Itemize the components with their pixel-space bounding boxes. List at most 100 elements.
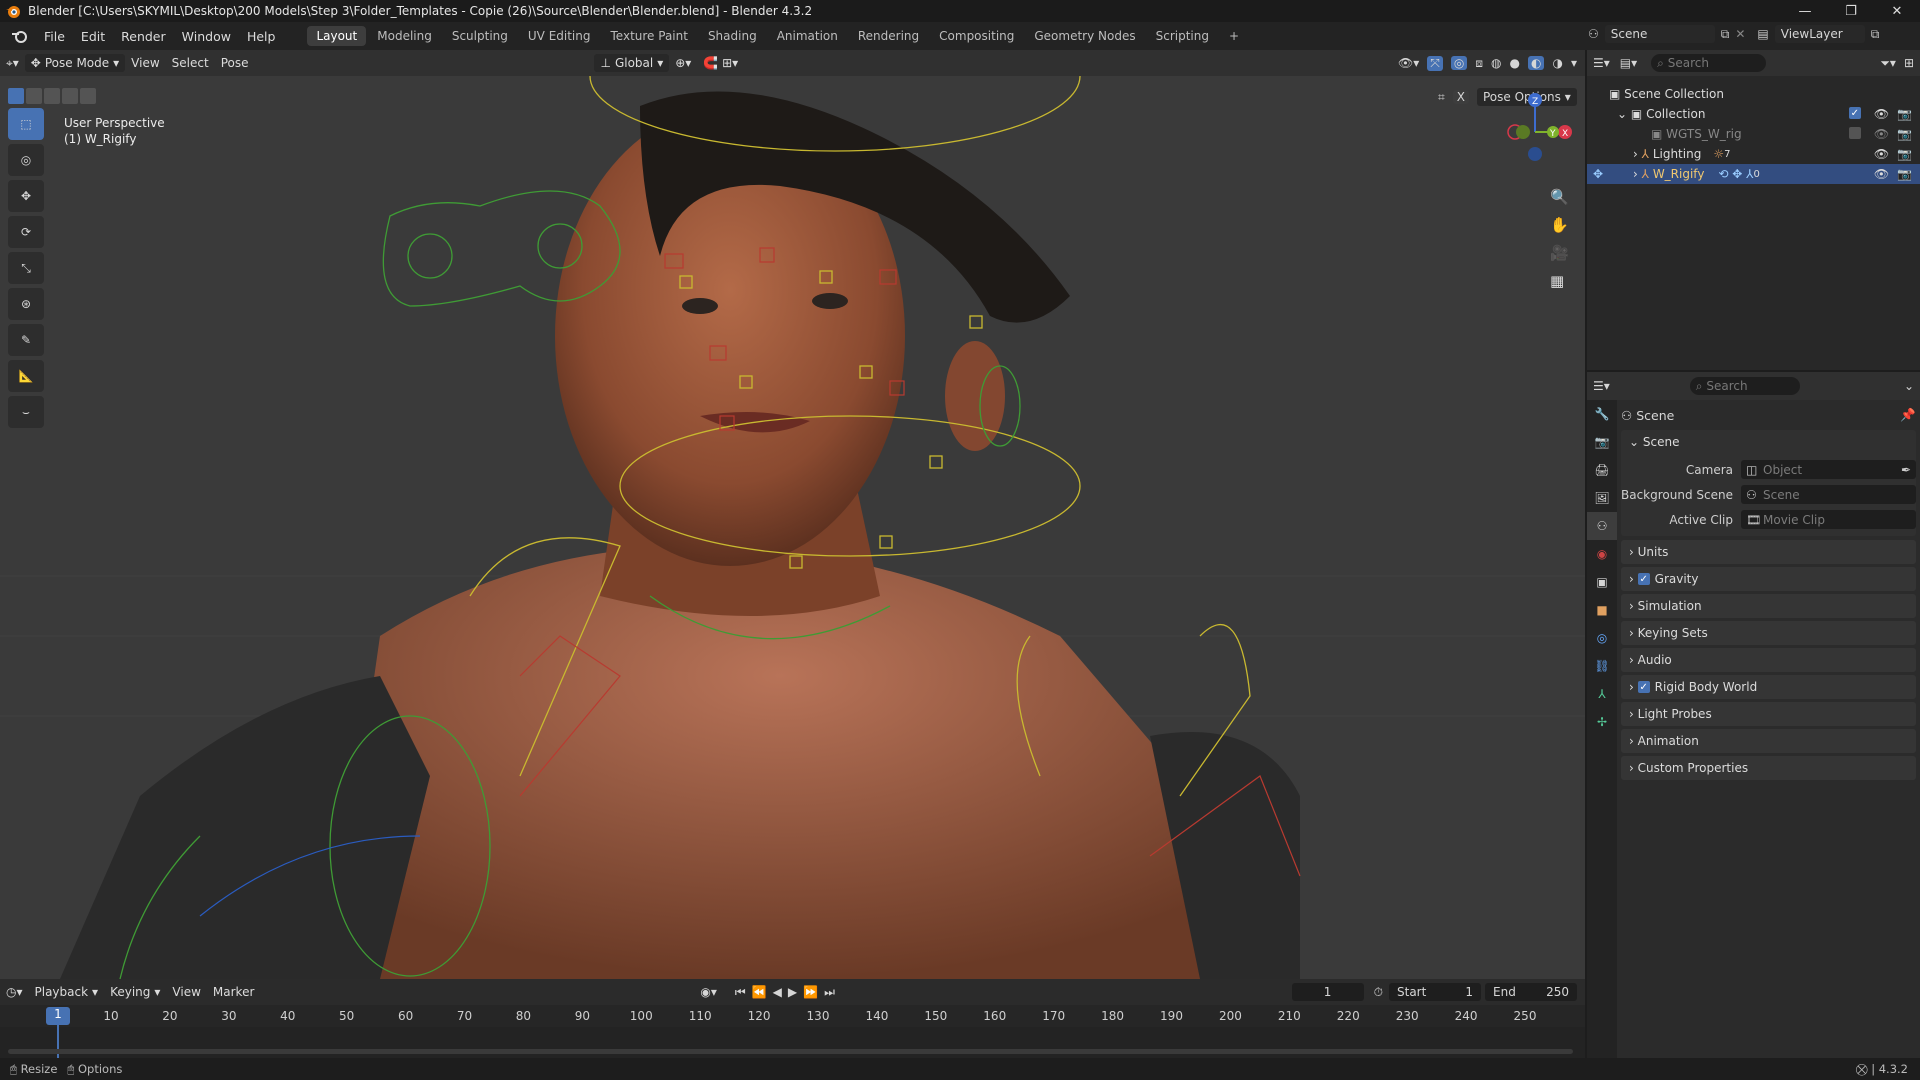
- mode-selector[interactable]: ✥ Pose Mode ▾: [24, 54, 126, 72]
- scale-tool-icon[interactable]: ⤡: [8, 252, 44, 284]
- tab-scripting[interactable]: Scripting: [1147, 26, 1218, 46]
- jump-end-icon[interactable]: ⏭: [824, 985, 835, 1000]
- lighting-visibility-icon[interactable]: 👁: [1874, 147, 1889, 161]
- properties-editor-icon[interactable]: ☰▾: [1593, 379, 1610, 393]
- light-probes-panel[interactable]: › Light Probes: [1621, 702, 1916, 726]
- outliner-editor-icon[interactable]: ☰▾: [1593, 56, 1610, 70]
- tab-layout[interactable]: Layout: [307, 26, 367, 46]
- expand-icon[interactable]: ⌄: [1617, 107, 1627, 121]
- end-frame-field[interactable]: End 250: [1485, 983, 1577, 1001]
- menu-marker[interactable]: Marker: [207, 983, 260, 1001]
- tab-shading[interactable]: Shading: [699, 26, 766, 46]
- simulation-panel[interactable]: › Simulation: [1621, 594, 1916, 618]
- solid-shading-icon[interactable]: ●: [1510, 56, 1520, 70]
- custom-properties-panel[interactable]: › Custom Properties: [1621, 756, 1916, 780]
- auto-keying-icon[interactable]: ◉▾: [700, 985, 717, 999]
- keying-sets-panel[interactable]: › Keying Sets: [1621, 621, 1916, 645]
- rotate-tool-icon[interactable]: ⟳: [8, 216, 44, 248]
- viewlayer-icon[interactable]: ▤: [1757, 27, 1768, 41]
- pivot-icon[interactable]: ⊕▾: [669, 54, 697, 72]
- menu-timeline-view[interactable]: View: [166, 983, 206, 1001]
- select-extend-icon[interactable]: [26, 88, 42, 104]
- gizmo-toggle-icon[interactable]: ⤧: [1427, 55, 1443, 71]
- constraints-tab-icon[interactable]: ⛓: [1587, 652, 1617, 680]
- output-tab-icon[interactable]: 🖨: [1587, 456, 1617, 484]
- jump-start-icon[interactable]: ⏮: [735, 985, 746, 1000]
- scene-panel-header[interactable]: ⌄ Scene: [1621, 430, 1916, 454]
- tab-rendering[interactable]: Rendering: [849, 26, 928, 46]
- properties-options-icon[interactable]: ⌄: [1904, 379, 1914, 393]
- delete-scene-icon[interactable]: ✕: [1735, 27, 1745, 41]
- w-rigify-render-icon[interactable]: 📷: [1897, 167, 1912, 181]
- camera-field[interactable]: ◫ Object ✒: [1741, 460, 1916, 479]
- scene-tab-icon[interactable]: ⚇: [1587, 512, 1617, 540]
- timeline-editor-icon[interactable]: ◷▾: [0, 983, 29, 1001]
- menu-file[interactable]: File: [36, 29, 73, 44]
- outliner-row-collection[interactable]: ⌄ ▣ Collection ✓ 👁 📷: [1587, 104, 1920, 124]
- wgts-exclude-checkbox[interactable]: [1848, 127, 1861, 139]
- xray-icon[interactable]: ⧈: [1475, 56, 1483, 71]
- wgts-visibility-icon[interactable]: 👁: [1874, 127, 1889, 141]
- new-collection-icon[interactable]: ⊞: [1904, 56, 1914, 70]
- tool-tab-icon[interactable]: 🔧: [1587, 400, 1617, 428]
- timeline-scrollbar[interactable]: [8, 1049, 1573, 1054]
- blender-menu-icon[interactable]: [10, 26, 30, 46]
- select-subtract-icon[interactable]: [44, 88, 60, 104]
- wgts-render-icon[interactable]: 📷: [1897, 127, 1912, 141]
- select-invert-icon[interactable]: [62, 88, 78, 104]
- ortho-toggle-icon[interactable]: ▦: [1550, 272, 1569, 290]
- shading-options-icon[interactable]: ▾: [1571, 56, 1577, 70]
- new-viewlayer-icon[interactable]: ⧉: [1871, 27, 1880, 42]
- cursor-tool-icon[interactable]: ◎: [8, 144, 44, 176]
- collection-tab-icon[interactable]: ▣: [1587, 568, 1617, 596]
- menu-view[interactable]: View: [125, 54, 165, 72]
- armature-data-tab-icon[interactable]: ⅄: [1587, 680, 1617, 708]
- outliner-row-w-rigify[interactable]: ✥ › ⅄ W_Rigify ⟲ ✥ ⅄ 0 👁 📷: [1587, 164, 1920, 184]
- tab-compositing[interactable]: Compositing: [930, 26, 1023, 46]
- tab-geometry-nodes[interactable]: Geometry Nodes: [1025, 26, 1144, 46]
- 3d-viewport[interactable]: User Perspective (1) W_Rigify ⌗ X Pose O…: [0, 76, 1585, 979]
- rigid-body-world-checkbox[interactable]: ✓: [1637, 681, 1650, 693]
- gravity-panel[interactable]: › ✓ Gravity: [1621, 567, 1916, 591]
- x-axis-mirror-button[interactable]: X: [1452, 90, 1469, 104]
- select-box-tool-icon[interactable]: ⬚: [8, 108, 44, 140]
- viewlayer-selector[interactable]: ViewLayer: [1774, 25, 1865, 43]
- current-frame-field[interactable]: 1: [1291, 983, 1364, 1001]
- material-shading-icon[interactable]: ◐: [1528, 56, 1545, 70]
- w-rigify-visibility-icon[interactable]: 👁: [1874, 167, 1889, 181]
- maximize-icon[interactable]: ❐: [1828, 0, 1874, 22]
- background-scene-field[interactable]: ⚇ Scene: [1741, 485, 1916, 504]
- transform-tool-icon[interactable]: ⊛: [8, 288, 44, 320]
- overlay-toggle-icon[interactable]: ◎: [1450, 56, 1468, 70]
- bone-tab-icon[interactable]: ✢: [1587, 708, 1617, 736]
- units-panel[interactable]: › Units: [1621, 540, 1916, 564]
- eyedropper-icon[interactable]: ✒: [1901, 463, 1911, 477]
- physics-tab-icon[interactable]: ◎: [1587, 624, 1617, 652]
- expand-icon[interactable]: ›: [1633, 167, 1638, 181]
- gravity-checkbox[interactable]: ✓: [1637, 573, 1650, 585]
- menu-window[interactable]: Window: [174, 29, 239, 44]
- editor-type-icon[interactable]: ⌖▾: [0, 54, 25, 73]
- pin-icon[interactable]: 📌: [1900, 407, 1916, 423]
- close-icon[interactable]: ✕: [1874, 0, 1920, 22]
- tab-sculpting[interactable]: Sculpting: [443, 26, 517, 46]
- menu-render[interactable]: Render: [113, 29, 174, 44]
- transform-orientation-selector[interactable]: ⊥ Global ▾: [594, 54, 670, 72]
- tab-modeling[interactable]: Modeling: [368, 26, 441, 46]
- outliner-search-field[interactable]: ⌕ Search: [1651, 54, 1767, 72]
- world-tab-icon[interactable]: ◉: [1587, 540, 1617, 568]
- move-tool-icon[interactable]: ✥: [8, 180, 44, 212]
- active-clip-field[interactable]: 🎞 Movie Clip: [1741, 510, 1916, 529]
- render-tab-icon[interactable]: 📷: [1587, 428, 1617, 456]
- menu-playback[interactable]: Playback ▾: [29, 983, 105, 1001]
- animation-panel[interactable]: › Animation: [1621, 729, 1916, 753]
- menu-select[interactable]: Select: [166, 54, 215, 72]
- filter-icon[interactable]: ⏷▾: [1880, 56, 1896, 71]
- camera-view-icon[interactable]: 🎥: [1550, 244, 1569, 262]
- collection-exclude-checkbox[interactable]: ✓: [1848, 107, 1861, 119]
- select-new-icon[interactable]: [8, 88, 24, 104]
- visibility-icon[interactable]: 👁▾: [1398, 56, 1419, 70]
- play-reverse-icon[interactable]: ◀: [773, 985, 782, 999]
- tab-uv-editing[interactable]: UV Editing: [519, 26, 600, 46]
- rigid-body-world-panel[interactable]: › ✓ Rigid Body World: [1621, 675, 1916, 699]
